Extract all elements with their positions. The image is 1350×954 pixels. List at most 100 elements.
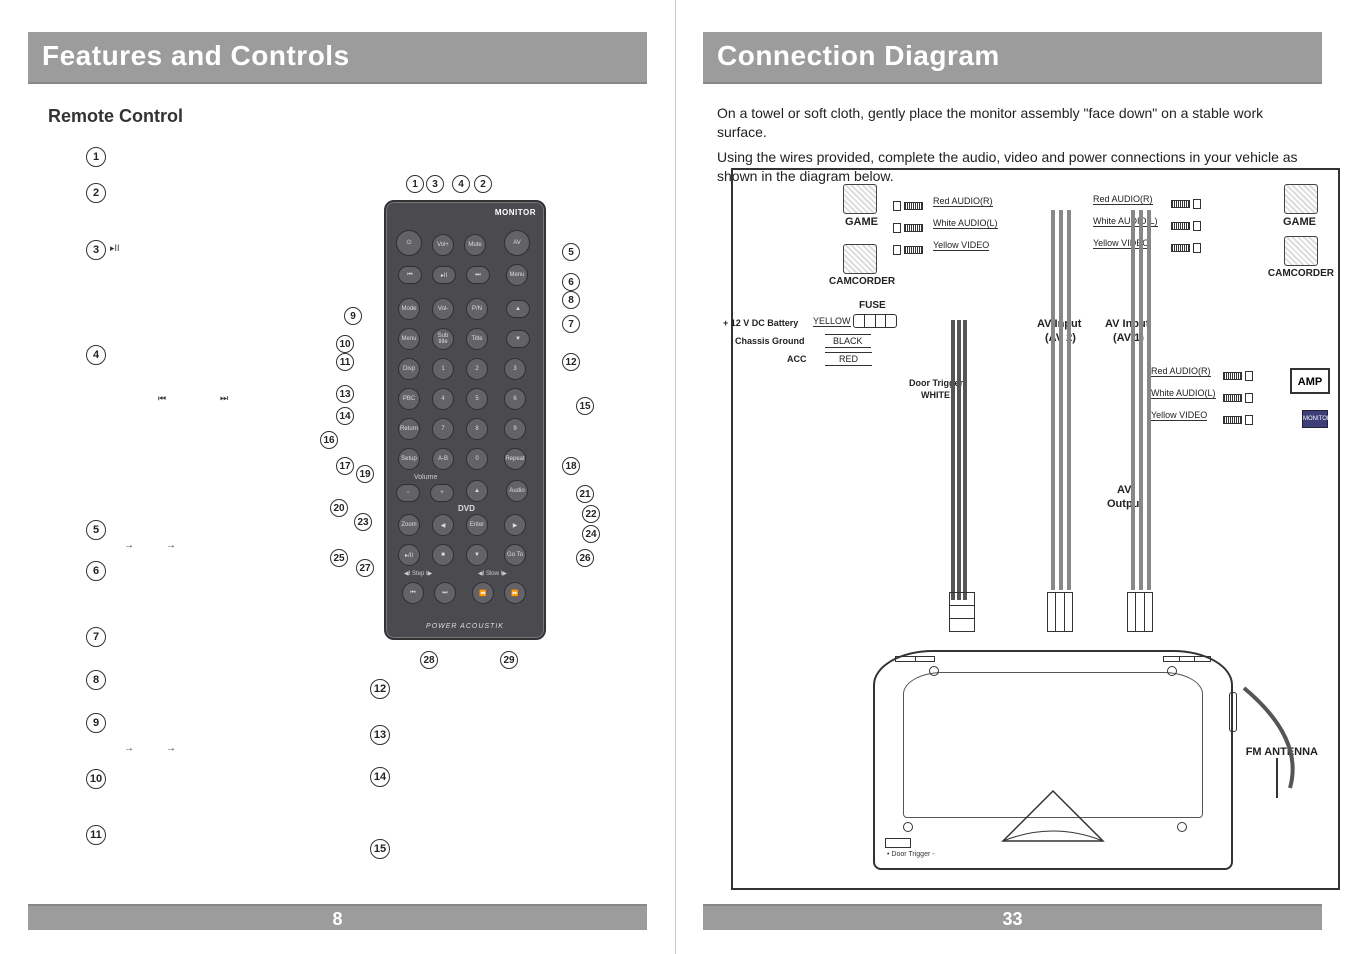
lbl-red-r-l: Red AUDIO(R) <box>933 196 993 207</box>
callout-l-16: 16 <box>320 431 338 449</box>
callout-4: 4 <box>86 345 106 365</box>
callout-6: 6 <box>86 561 106 581</box>
cable-av2-a <box>1051 210 1055 590</box>
lbl-step: ◀I Step I▶ <box>404 570 432 577</box>
btn-down: ▼ <box>506 330 530 348</box>
btn-ff2: ⏩ <box>504 582 526 604</box>
callout-l-27: 27 <box>356 559 374 577</box>
callout-l-25: 25 <box>330 549 348 567</box>
page-number-right: 33 <box>703 904 1322 930</box>
callout-7: 7 <box>86 627 106 647</box>
glyph-arrow-b: → <box>166 540 176 551</box>
callout-r-24: 24 <box>582 525 600 543</box>
hole-tr <box>1167 666 1177 676</box>
callout-5: 5 <box>86 520 106 540</box>
left-title: Features and Controls <box>28 32 647 84</box>
remote-monitor-label: MONITOR <box>495 208 536 217</box>
callout-10: 10 <box>86 769 106 789</box>
callout-r-26: 26 <box>576 549 594 567</box>
camcorder-icon-l <box>843 244 877 274</box>
btn-setup: Setup <box>398 448 420 470</box>
btn-av: AV <box>504 230 530 256</box>
plug-l-r <box>893 200 923 212</box>
btn-play-pause: ▸II <box>432 266 456 284</box>
lbl-cam-l: CAMCORDER <box>829 276 895 287</box>
brand-label: POWER ACOUSTIK <box>386 623 544 630</box>
camcorder-icon-r <box>1284 236 1318 266</box>
callout-8: 8 <box>86 670 106 690</box>
unit-door-trigger: • Door Trigger - <box>887 851 935 858</box>
callout-r-8: 8 <box>562 291 580 309</box>
conn-pwr <box>949 592 975 632</box>
conn-av1 <box>1127 592 1153 632</box>
right-title: Connection Diagram <box>703 32 1322 84</box>
lbl-acc: ACC <box>787 354 807 364</box>
hole-sm <box>1101 672 1111 682</box>
fuse-icon <box>853 314 897 328</box>
port-row-r <box>1163 656 1211 662</box>
callout-lower-13: 13 <box>370 725 390 745</box>
callout-l-13: 13 <box>336 385 354 403</box>
callout-3: 3 <box>86 240 106 260</box>
lbl-chassis: Chassis Ground <box>735 336 805 346</box>
btn-ff: ⏭ <box>434 582 456 604</box>
btn-goto: Go To <box>504 544 526 566</box>
btn-pn: P/N <box>466 298 488 320</box>
btn-ab: A-B <box>432 448 454 470</box>
plug-l-y <box>893 244 923 256</box>
lbl-yellow-wire: YELLOW <box>813 316 851 327</box>
lbl-yellow-v-l: Yellow VIDEO <box>933 240 989 251</box>
callout-top-2: 2 <box>474 175 492 193</box>
btn-up: ▲ <box>506 300 530 318</box>
callout-r-6: 6 <box>562 273 580 291</box>
callout-r-21: 21 <box>576 485 594 503</box>
callout-l-11: 11 <box>336 353 354 371</box>
btn-2: 2 <box>466 358 488 380</box>
lbl-white-out: White AUDIO(L) <box>1151 388 1216 399</box>
btn-audio: Audio <box>506 480 528 502</box>
hole-bl <box>903 822 913 832</box>
btn-9: 9 <box>504 418 526 440</box>
btn-pbc: PBC <box>398 388 420 410</box>
remote-body: MONITOR ⏻ Vol+ Mute AV ⏮ ▸II ⏭ Menu Mode… <box>384 200 546 640</box>
plug-r-r <box>1171 198 1201 210</box>
lbl-white-door: WHITE <box>921 390 950 400</box>
callout-2: 2 <box>86 183 106 203</box>
cable-pwr-a <box>951 320 955 600</box>
btn-rw: ⏮ <box>402 582 424 604</box>
lbl-yellow-out: Yellow VIDEO <box>1151 410 1207 421</box>
lbl-avout: AV <box>1117 484 1131 496</box>
right-page: Connection Diagram On a towel or soft cl… <box>675 0 1350 954</box>
callout-b-29: 29 <box>500 651 518 669</box>
btn-stop: ■ <box>432 544 454 566</box>
lbl-slow: ◀I Slow I▶ <box>478 570 507 577</box>
page-number-left: 8 <box>28 904 647 930</box>
cable-av2-c <box>1067 210 1071 590</box>
btn-5: 5 <box>466 388 488 410</box>
btn-navup: ▲ <box>466 480 488 502</box>
lbl-cam-r: CAMCORDER <box>1268 268 1334 279</box>
glyph-play: ▸II <box>110 243 120 254</box>
callout-lower-14: 14 <box>370 767 390 787</box>
btn-vol-plus: Vol+ <box>432 234 454 256</box>
callout-9: 9 <box>86 713 106 733</box>
callout-top-1: 1 <box>406 175 424 193</box>
cable-av2-b <box>1059 210 1063 590</box>
btn-vol-minus: Vol- <box>432 298 454 320</box>
conn-av2 <box>1047 592 1073 632</box>
btn-play2: ▸/II <box>398 544 420 566</box>
btn-next: ⏭ <box>466 266 490 284</box>
callout-l-9: 9 <box>344 307 362 325</box>
callout-l-20: 20 <box>330 499 348 517</box>
unit-door-port <box>885 838 911 848</box>
callout-11: 11 <box>86 825 106 845</box>
btn-zoom: Zoom <box>398 514 420 536</box>
cable-av1-a <box>1131 210 1135 590</box>
btn-right: ▶ <box>504 514 526 536</box>
cable-av1-b <box>1139 210 1143 590</box>
btn-minus: − <box>396 484 420 502</box>
callout-top-4: 4 <box>452 175 470 193</box>
plug-r-w <box>1171 220 1201 232</box>
cable-pwr-c <box>963 320 967 600</box>
fm-cable-curve <box>1194 678 1314 798</box>
